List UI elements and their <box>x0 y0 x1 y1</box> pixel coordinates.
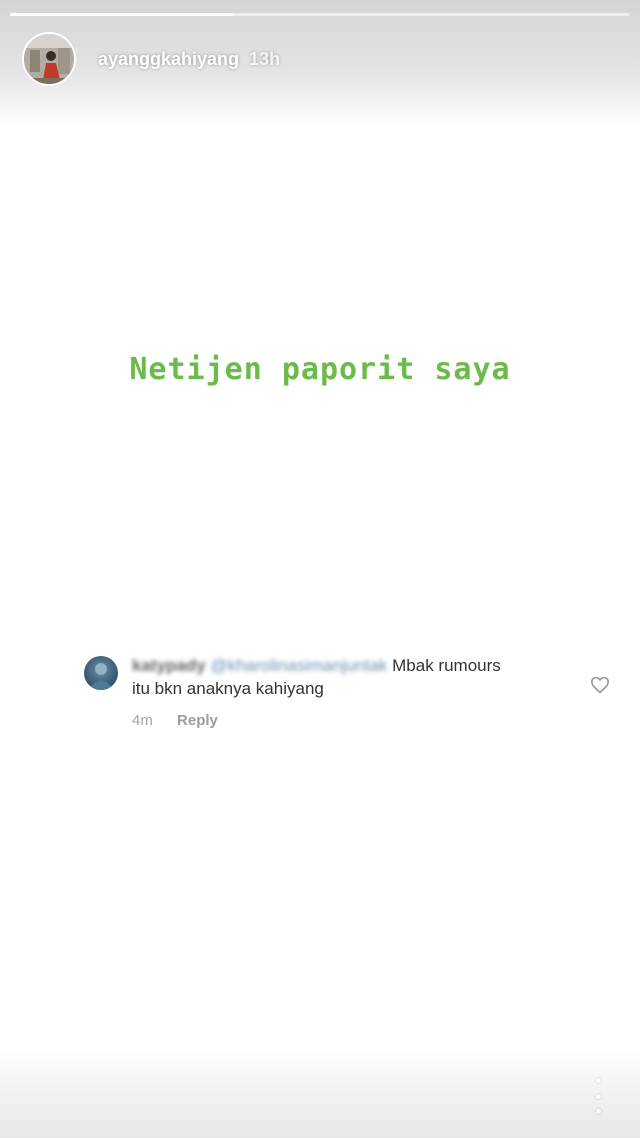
comment-text: katypady @kharolinasimanjuntak Mbak rumo… <box>132 654 572 700</box>
dot-icon <box>595 1109 601 1114</box>
story-progress-bar <box>10 13 630 16</box>
comment-message-line1: Mbak rumours <box>392 656 501 675</box>
comment-meta: 4m Reply <box>132 712 218 729</box>
commenter-avatar <box>84 656 118 690</box>
dot-icon <box>595 1078 601 1083</box>
username[interactable]: ayanggkahiyang <box>98 49 239 70</box>
commenter-photo-icon <box>90 663 112 690</box>
reply-link: Reply <box>177 712 218 729</box>
story-timestamp: 13h <box>249 48 281 69</box>
avatar-photo-icon <box>24 34 74 84</box>
story-caption: Netijen paporit saya <box>129 352 511 387</box>
comment-message-line2: itu bkn anaknya kahiyang <box>132 679 324 698</box>
bottom-gradient <box>0 1048 640 1138</box>
more-options-button[interactable] <box>586 1078 610 1114</box>
story-progress-fill <box>10 13 234 16</box>
dot-icon <box>595 1093 601 1099</box>
comment-age: 4m <box>132 712 153 729</box>
story-header: ayanggkahiyang 13h <box>22 30 280 88</box>
comment-handle: katypady <box>132 656 206 675</box>
story-view[interactable]: ayanggkahiyang 13h Netijen paporit saya … <box>0 0 640 1138</box>
heart-icon <box>590 676 610 694</box>
profile-avatar[interactable] <box>22 32 76 86</box>
comment-mention: @kharolinasimanjuntak <box>210 656 388 675</box>
